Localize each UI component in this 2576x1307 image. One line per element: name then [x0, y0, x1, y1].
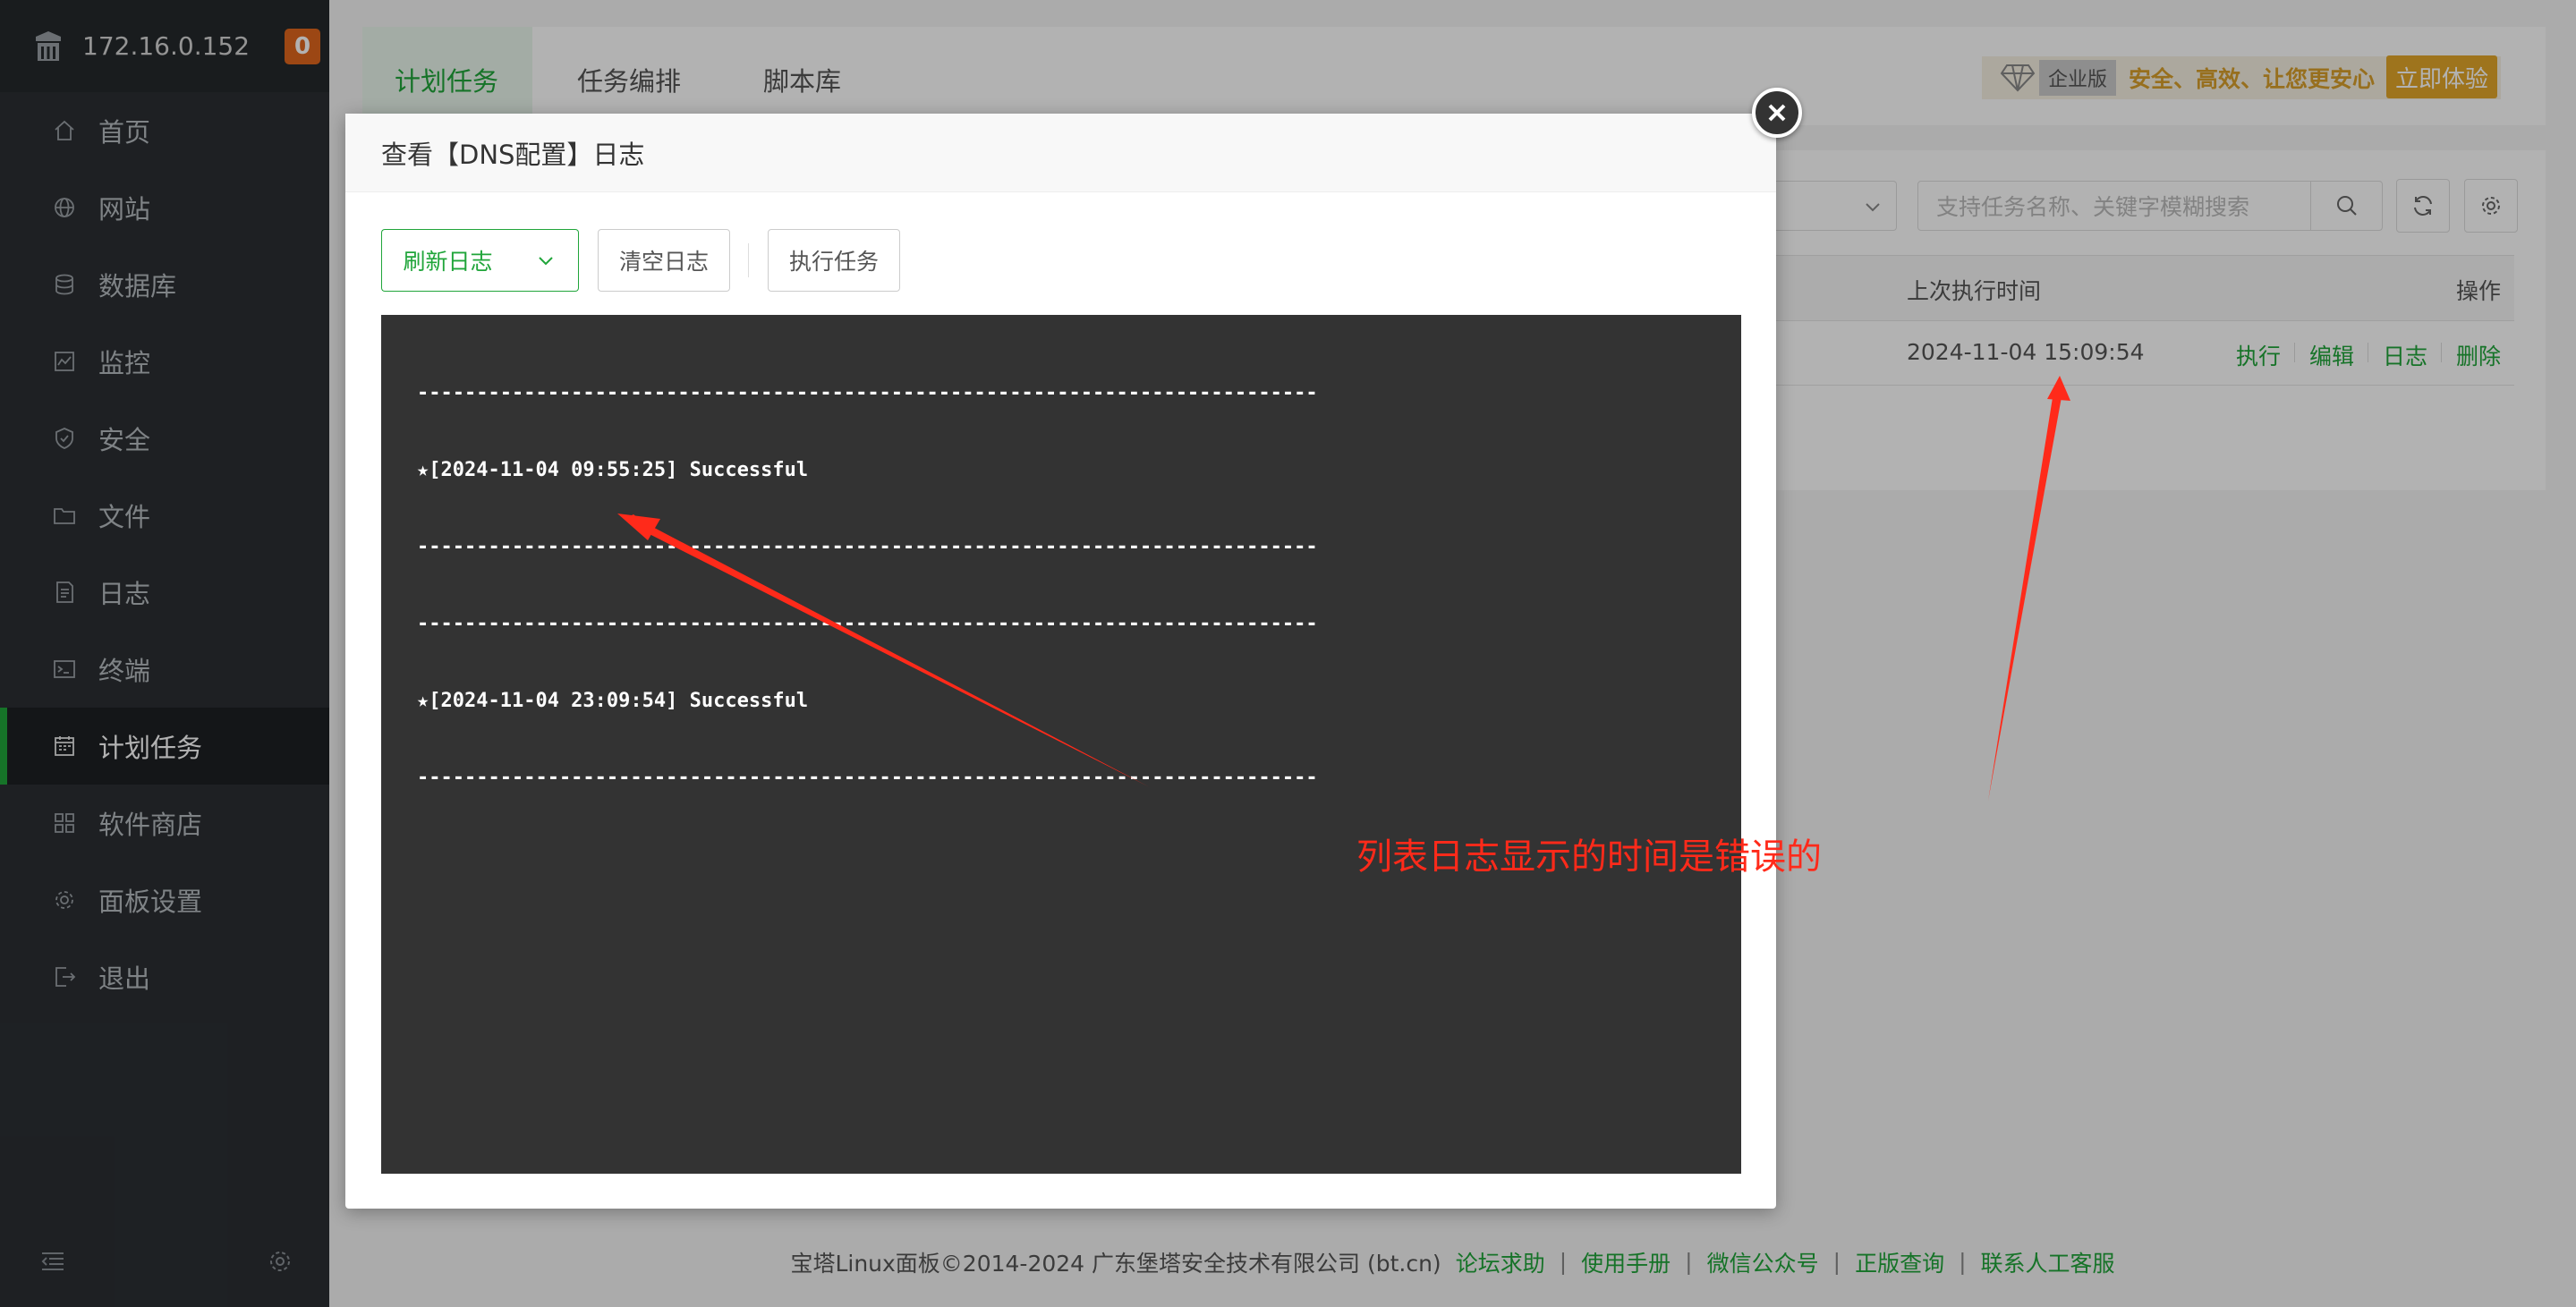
log-line: ★[2024-11-04 23:09:54] Successful [417, 690, 809, 712]
close-button[interactable] [1752, 88, 1802, 138]
refresh-log-button[interactable]: 刷新日志 [381, 229, 514, 292]
log-line: ----------------------------------------… [417, 536, 1318, 558]
log-line: ----------------------------------------… [417, 382, 1318, 404]
toolbar-separator [748, 243, 749, 277]
annotation-text: 列表日志显示的时间是错误的 [1356, 836, 1822, 878]
run-task-button[interactable]: 执行任务 [768, 229, 900, 292]
chevron-down-icon [538, 257, 553, 266]
log-line: ----------------------------------------… [417, 767, 1318, 789]
log-line: ----------------------------------------… [417, 613, 1318, 635]
log-output[interactable]: ----------------------------------------… [381, 315, 1741, 1174]
clear-log-button[interactable]: 清空日志 [598, 229, 730, 292]
modal-title: 查看【DNS配置】日志 [345, 114, 1776, 192]
refresh-options-dropdown[interactable] [513, 229, 579, 292]
log-line: ★[2024-11-04 09:55:25] Successful [417, 459, 809, 481]
close-icon [1768, 104, 1786, 122]
